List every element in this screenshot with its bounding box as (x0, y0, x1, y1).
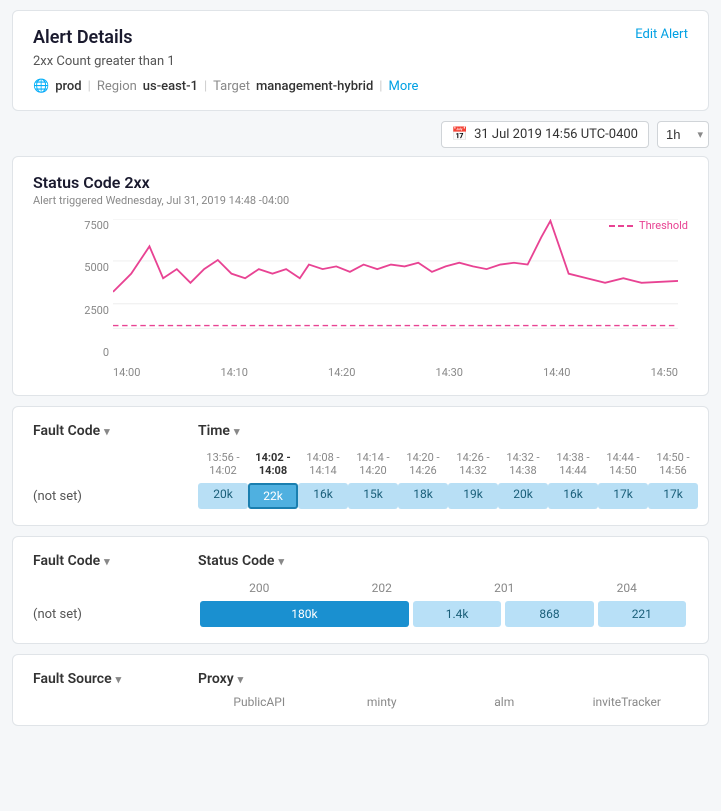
time-cell-8: 17k (598, 483, 648, 509)
target-label: Target (213, 79, 250, 94)
time-col-5: 14:26 -14:32 (448, 451, 498, 477)
time-col-3: 14:14 -14:20 (348, 451, 398, 477)
time-col-4: 14:20 -14:26 (398, 451, 448, 477)
proxy-col-minty: minty (321, 695, 444, 709)
fault-source-proxy-table: Fault Source ▾ Proxy ▾ PublicAPI minty a… (12, 654, 709, 726)
region-value: us-east-1 (143, 79, 198, 94)
status-col-202: 202 (321, 581, 444, 595)
alert-subtitle: 2xx Count greater than 1 (33, 54, 688, 69)
time-cell-3: 15k (348, 483, 398, 509)
calendar-icon: 📅 (452, 127, 468, 142)
chart-x-labels: 14:00 14:10 14:20 14:30 14:40 14:50 (113, 366, 678, 379)
time-col-7: 14:38 -14:44 (548, 451, 598, 477)
status-col-204: 204 (566, 581, 689, 595)
fault-code-status-headers: Fault Code ▾ Status Code ▾ (33, 553, 688, 569)
status-cell-204: 221 (598, 601, 686, 627)
alert-details-card: Alert Details Edit Alert 2xx Count great… (12, 10, 709, 111)
row-label-not-set: (not set) (33, 489, 198, 504)
edit-alert-link[interactable]: Edit Alert (635, 27, 688, 42)
time-col-0: 13:56 -14:02 (198, 451, 248, 477)
time-col-header[interactable]: Time ▾ (198, 423, 688, 439)
fault-code-status-row: (not set) 180k 1.4k 868 221 (33, 601, 688, 627)
status-code-col-header[interactable]: Status Code ▾ (198, 553, 688, 569)
time-col-9: 14:50 -14:56 (648, 451, 698, 477)
status-data-cells: 180k 1.4k 868 221 (198, 601, 688, 627)
time-cell-9: 17k (648, 483, 698, 509)
proxy-col-header[interactable]: Proxy ▾ (198, 671, 688, 687)
fault-source-col-header[interactable]: Fault Source ▾ (33, 671, 198, 687)
status-cell-202: 1.4k (413, 601, 501, 627)
status-cell-201: 868 (505, 601, 593, 627)
time-dropdown-icon: ▾ (234, 425, 240, 438)
time-cell-0: 20k (198, 483, 248, 509)
fault-code-time-col-header[interactable]: Fault Code ▾ (33, 423, 198, 439)
fault-code-time-headers: Fault Code ▾ Time ▾ (33, 423, 688, 439)
time-cell-6: 20k (498, 483, 548, 509)
status-code-dropdown-icon: ▾ (278, 555, 284, 568)
date-value: 31 Jul 2019 14:56 UTC-0400 (474, 127, 638, 142)
time-data-cells: 20k 22k 16k 15k 18k 19k 20k 16k 17k 17k (198, 483, 698, 509)
time-cell-4: 18k (398, 483, 448, 509)
chart-title: Status Code 2xx (33, 173, 688, 192)
globe-icon: 🌐 (33, 79, 49, 94)
fault-code-time-row: (not set) 20k 22k 16k 15k 18k 19k 20k 16… (33, 483, 688, 509)
env-value: prod (55, 79, 81, 94)
fault-code-dropdown-icon: ▾ (104, 425, 110, 438)
fault-code-status-table: Fault Code ▾ Status Code ▾ 200 202 201 2… (12, 536, 709, 644)
alert-meta: 🌐 prod | Region us-east-1 | Target manag… (33, 79, 688, 94)
date-picker[interactable]: 📅 31 Jul 2019 14:56 UTC-0400 (441, 121, 649, 148)
proxy-col-publicapi: PublicAPI (198, 695, 321, 709)
status-cell-200: 180k (200, 601, 409, 627)
status-col-200: 200 (198, 581, 321, 595)
status-col-201: 201 (443, 581, 566, 595)
fault-code-status-dropdown-icon: ▾ (104, 555, 110, 568)
chart-card: Status Code 2xx Alert triggered Wednesda… (12, 156, 709, 396)
status-row-label: (not set) (33, 607, 198, 622)
fault-source-proxy-headers: Fault Source ▾ Proxy ▾ (33, 671, 688, 687)
proxy-col-invitetracker: inviteTracker (566, 695, 689, 709)
time-col-2: 14:08 -14:14 (298, 451, 348, 477)
status-column-headers: 200 202 201 204 (33, 581, 688, 595)
time-cell-2: 16k (298, 483, 348, 509)
chart-subtitle: Alert triggered Wednesday, Jul 31, 2019 … (33, 194, 688, 207)
time-range-select[interactable]: 1h 3h 6h 12h 24h (657, 121, 709, 148)
chart-area: 7500 5000 2500 0 14:00 14:10 (113, 219, 678, 379)
time-cell-5: 19k (448, 483, 498, 509)
time-controls: 📅 31 Jul 2019 14:56 UTC-0400 1h 3h 6h 12… (12, 121, 709, 148)
time-range-wrapper: 1h 3h 6h 12h 24h (657, 121, 709, 148)
more-link[interactable]: More (388, 79, 418, 94)
time-col-1: 14:02 -14:08 (248, 451, 298, 477)
proxy-col-alm: alm (443, 695, 566, 709)
target-value: management-hybrid (256, 79, 373, 94)
fault-source-dropdown-icon: ▾ (116, 673, 122, 686)
alert-header: Alert Details Edit Alert (33, 27, 688, 48)
chart-svg (113, 219, 678, 347)
chart-y-labels: 7500 5000 2500 0 (75, 219, 109, 359)
fault-code-status-col-header[interactable]: Fault Code ▾ (33, 553, 198, 569)
time-cell-1: 22k (248, 483, 298, 509)
proxy-sub-columns: PublicAPI minty alm inviteTracker (33, 695, 688, 709)
time-cell-7: 16k (548, 483, 598, 509)
proxy-dropdown-icon: ▾ (238, 673, 244, 686)
time-column-headers: 13:56 -14:02 14:02 -14:08 14:08 -14:14 1… (33, 451, 688, 477)
time-col-6: 14:32 -14:38 (498, 451, 548, 477)
fault-code-time-table: Fault Code ▾ Time ▾ 13:56 -14:02 14:02 -… (12, 406, 709, 526)
time-col-8: 14:44 -14:50 (598, 451, 648, 477)
alert-title: Alert Details (33, 27, 133, 48)
region-label: Region (97, 79, 137, 94)
